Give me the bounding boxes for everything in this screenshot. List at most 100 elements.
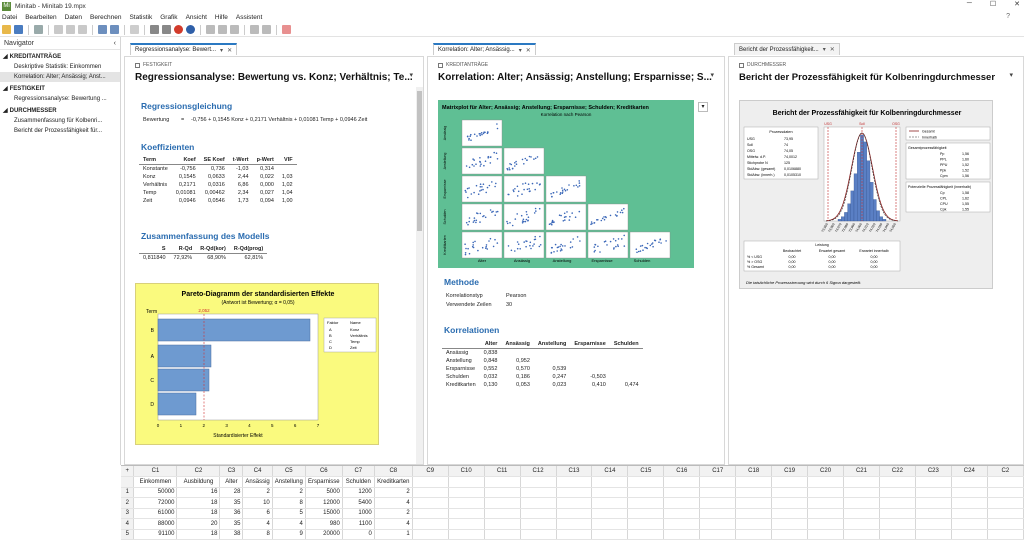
column-name-cell[interactable]: Ansässig [242, 476, 273, 488]
menu-daten[interactable]: Daten [65, 14, 82, 21]
worksheet-cell[interactable] [663, 497, 701, 509]
brush-icon[interactable] [250, 25, 259, 34]
worksheet-cell[interactable]: 15000 [305, 508, 343, 519]
worksheet-cell[interactable] [448, 497, 485, 509]
column-name-cell[interactable] [484, 476, 521, 488]
worksheet-cell[interactable]: 9 [272, 529, 306, 540]
graph-options-icon[interactable]: ▾ [698, 102, 708, 112]
column-name-cell[interactable] [556, 476, 593, 488]
menu-grafik[interactable]: Grafik [160, 14, 177, 21]
worksheet-cell[interactable]: 61000 [133, 508, 178, 519]
row-number-cell[interactable]: 4 [121, 518, 135, 530]
help-circle-icon[interactable] [186, 25, 195, 34]
worksheet-cell[interactable]: 50000 [133, 487, 178, 498]
worksheet-cell[interactable] [591, 508, 629, 519]
column-header[interactable]: C17 [699, 466, 737, 477]
worksheet-cell[interactable] [556, 487, 593, 498]
worksheet-cell[interactable] [556, 508, 593, 519]
worksheet-cell[interactable]: 10 [242, 497, 273, 509]
worksheet-cell[interactable]: 2 [272, 487, 306, 498]
column-name-cell[interactable] [987, 476, 1024, 488]
worksheet-cell[interactable]: 4 [374, 497, 413, 509]
column-header[interactable]: C24 [951, 466, 988, 477]
column-header[interactable]: C7 [342, 466, 375, 477]
output-options-icon[interactable]: ▾ [1009, 71, 1013, 79]
worksheet-cell[interactable] [520, 497, 557, 509]
menu-bearbeiten[interactable]: Bearbeiten [25, 14, 56, 21]
worksheet-cell[interactable] [879, 529, 916, 540]
worksheet-cell[interactable] [807, 529, 845, 540]
maximize-button[interactable]: ☐ [990, 0, 996, 8]
worksheet-cell[interactable] [951, 497, 988, 509]
worksheet-cell[interactable] [915, 529, 952, 540]
worksheet-cell[interactable] [951, 518, 988, 530]
nav-item-zusammenfassung[interactable]: Zusammenfassung für Kolbenri... [0, 116, 120, 126]
worksheet-cell[interactable] [591, 497, 629, 509]
cut-icon[interactable] [54, 25, 63, 34]
open-project-icon[interactable] [2, 25, 11, 34]
column-name-cell[interactable] [591, 476, 629, 488]
column-header[interactable]: C19 [771, 466, 809, 477]
worksheet-cell[interactable]: 8 [272, 497, 306, 509]
column-name-cell[interactable] [699, 476, 737, 488]
matrix-plot[interactable]: Matrixplot für Alter; Ansässig; Anstellu… [438, 100, 694, 268]
worksheet-cell[interactable]: 6 [242, 508, 273, 519]
worksheet-cell[interactable] [771, 529, 809, 540]
worksheet-cell[interactable] [699, 518, 737, 530]
worksheet-cell[interactable]: 38 [219, 529, 244, 540]
column-header[interactable]: C18 [735, 466, 773, 477]
insert-column-icon[interactable] [230, 25, 239, 34]
worksheet-cell[interactable] [448, 508, 485, 519]
column-name-cell[interactable] [520, 476, 557, 488]
worksheet-cell[interactable]: 1200 [342, 487, 375, 498]
worksheet-cell[interactable] [879, 508, 916, 519]
worksheet-cell[interactable]: 28 [219, 487, 244, 498]
worksheet-cell[interactable] [448, 487, 485, 498]
worksheet-cell[interactable] [663, 508, 701, 519]
column-header[interactable]: C4 [242, 466, 273, 477]
add-column-icon[interactable]: + [121, 466, 135, 477]
nav-item-korrelation[interactable]: Korrelation: Alter; Ansässig; Anst... [0, 72, 120, 82]
column-name-cell[interactable]: Kreditkarten [374, 476, 413, 488]
worksheet-cell[interactable] [987, 497, 1024, 509]
worksheet-cell[interactable] [556, 497, 593, 509]
worksheet-cell[interactable]: 4 [374, 518, 413, 530]
worksheet-cell[interactable] [448, 529, 485, 540]
help-icon[interactable]: ? [1006, 13, 1010, 20]
erase-icon[interactable] [282, 25, 291, 34]
menu-hilfe[interactable]: Hilfe [215, 14, 228, 21]
worksheet-cell[interactable]: 36 [219, 508, 244, 519]
redo-icon[interactable] [110, 25, 119, 34]
save-icon[interactable] [14, 25, 23, 34]
paste-icon[interactable] [78, 25, 87, 34]
nav-group-kreditantraege[interactable]: ◢ KREDITANTRÄGE [0, 50, 120, 62]
column-name-cell[interactable] [627, 476, 665, 488]
find-icon[interactable] [150, 25, 159, 34]
worksheet-cell[interactable] [987, 508, 1024, 519]
worksheet-cell[interactable]: 980 [305, 518, 343, 530]
worksheet-cell[interactable] [663, 487, 701, 498]
worksheet-cell[interactable]: 5400 [342, 497, 375, 509]
column-header[interactable]: C23 [915, 466, 952, 477]
worksheet-cell[interactable]: 18 [176, 497, 221, 509]
worksheet-cell[interactable] [627, 529, 665, 540]
column-header[interactable]: C2 [176, 466, 221, 477]
worksheet-cell[interactable] [987, 487, 1024, 498]
window-icon[interactable] [130, 25, 139, 34]
worksheet-cell[interactable] [915, 518, 952, 530]
worksheet-cell[interactable] [520, 518, 557, 530]
worksheet-cell[interactable] [591, 487, 629, 498]
worksheet-cell[interactable] [520, 508, 557, 519]
graph-edit-icon[interactable] [262, 25, 271, 34]
worksheet-cell[interactable] [556, 529, 593, 540]
worksheet-cell[interactable] [807, 508, 845, 519]
menu-statistik[interactable]: Statistik [129, 14, 152, 21]
worksheet-cell[interactable] [627, 497, 665, 509]
nav-item-descriptive[interactable]: Deskriptive Statistik: Einkommen [0, 62, 120, 72]
worksheet-cell[interactable]: 2 [374, 487, 413, 498]
worksheet-cell[interactable] [627, 508, 665, 519]
worksheet-cell[interactable]: 20 [176, 518, 221, 530]
worksheet-cell[interactable] [484, 529, 521, 540]
pareto-chart[interactable]: Pareto-Diagramm der standardisierten Eff… [135, 283, 379, 445]
column-name-cell[interactable] [412, 476, 449, 488]
